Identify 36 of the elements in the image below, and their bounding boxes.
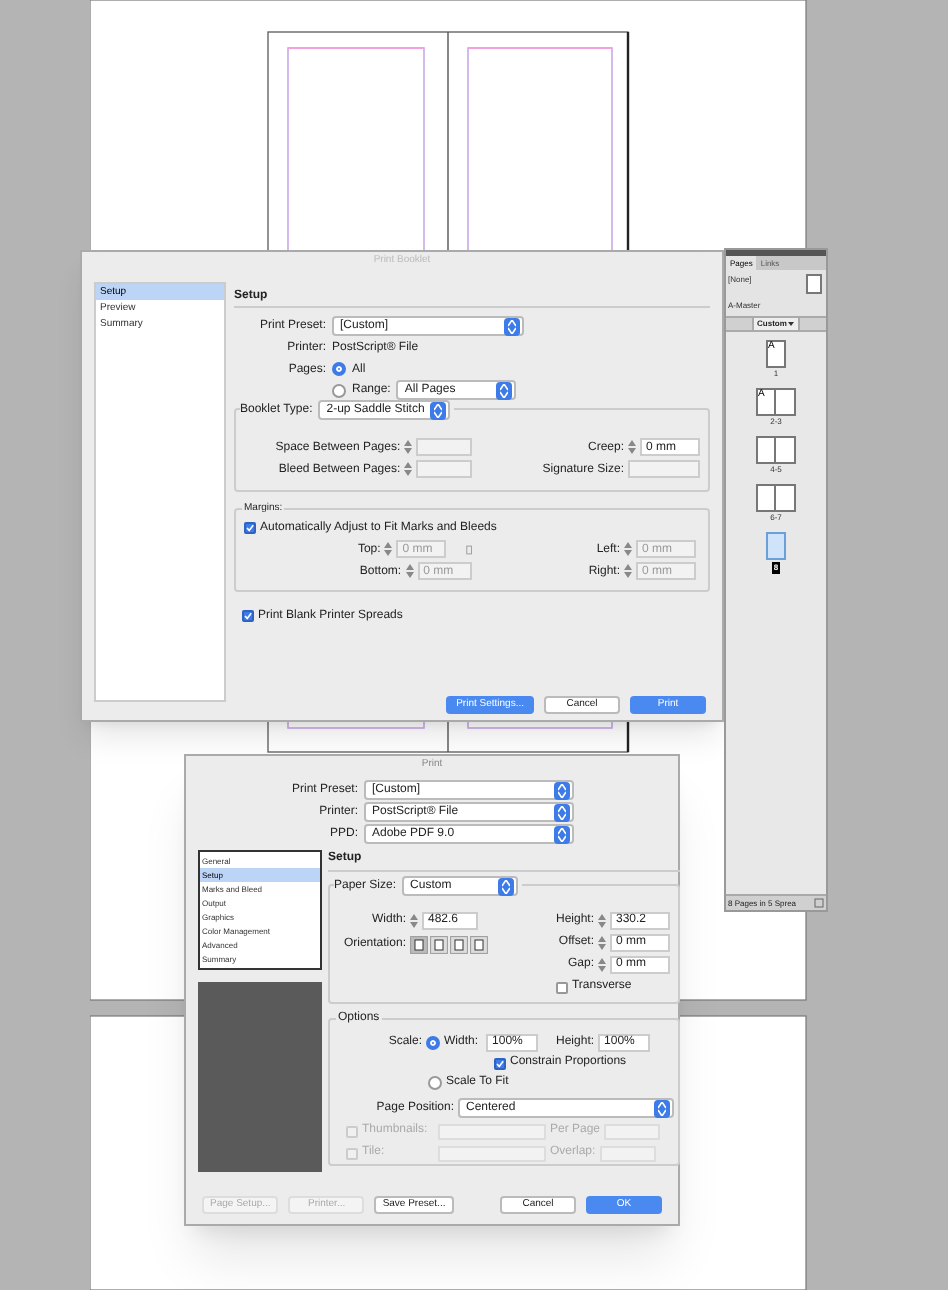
checkbox[interactable] — [555, 981, 568, 993]
radio-button[interactable] — [426, 1036, 440, 1050]
caret-icon — [788, 322, 795, 326]
radio-button[interactable] — [332, 383, 346, 397]
popup-arrows-icon — [430, 401, 447, 419]
orientation-icon[interactable] — [470, 936, 488, 954]
page-thumbnail[interactable] — [766, 532, 786, 560]
popup-arrows-icon — [554, 825, 570, 843]
stepper-icon[interactable] — [410, 914, 418, 928]
orientation-icon[interactable] — [430, 936, 448, 954]
popup-arrows-icon — [554, 803, 570, 821]
stepper-icon[interactable] — [598, 936, 606, 950]
page-thumbnail[interactable] — [806, 274, 822, 294]
link-icon[interactable] — [465, 543, 473, 555]
stepper-icon[interactable] — [624, 542, 632, 556]
checkbox[interactable] — [494, 1057, 506, 1069]
popup-arrows-icon — [498, 877, 515, 895]
number-field[interactable] — [416, 438, 472, 456]
radio-button[interactable] — [428, 1076, 442, 1090]
orientation-icon[interactable] — [410, 936, 428, 954]
stepper-icon[interactable] — [598, 914, 606, 928]
stepper-icon[interactable] — [624, 564, 632, 578]
new-page-icon[interactable] — [814, 898, 824, 908]
popup-arrows-icon — [504, 317, 520, 335]
orientation-icon[interactable] — [450, 936, 468, 954]
spread-thumbnail[interactable] — [756, 484, 796, 512]
spread-thumbnail[interactable] — [756, 436, 796, 464]
number-field[interactable] — [416, 460, 472, 478]
radio-button[interactable] — [332, 362, 346, 376]
checkbox[interactable] — [242, 610, 254, 622]
popup-arrows-icon — [554, 781, 570, 799]
popup-arrows-icon — [654, 1099, 670, 1117]
stepper-icon[interactable] — [628, 440, 636, 454]
checkbox[interactable] — [244, 522, 256, 534]
stepper-icon[interactable] — [598, 958, 606, 972]
popup-arrows-icon — [496, 381, 513, 399]
